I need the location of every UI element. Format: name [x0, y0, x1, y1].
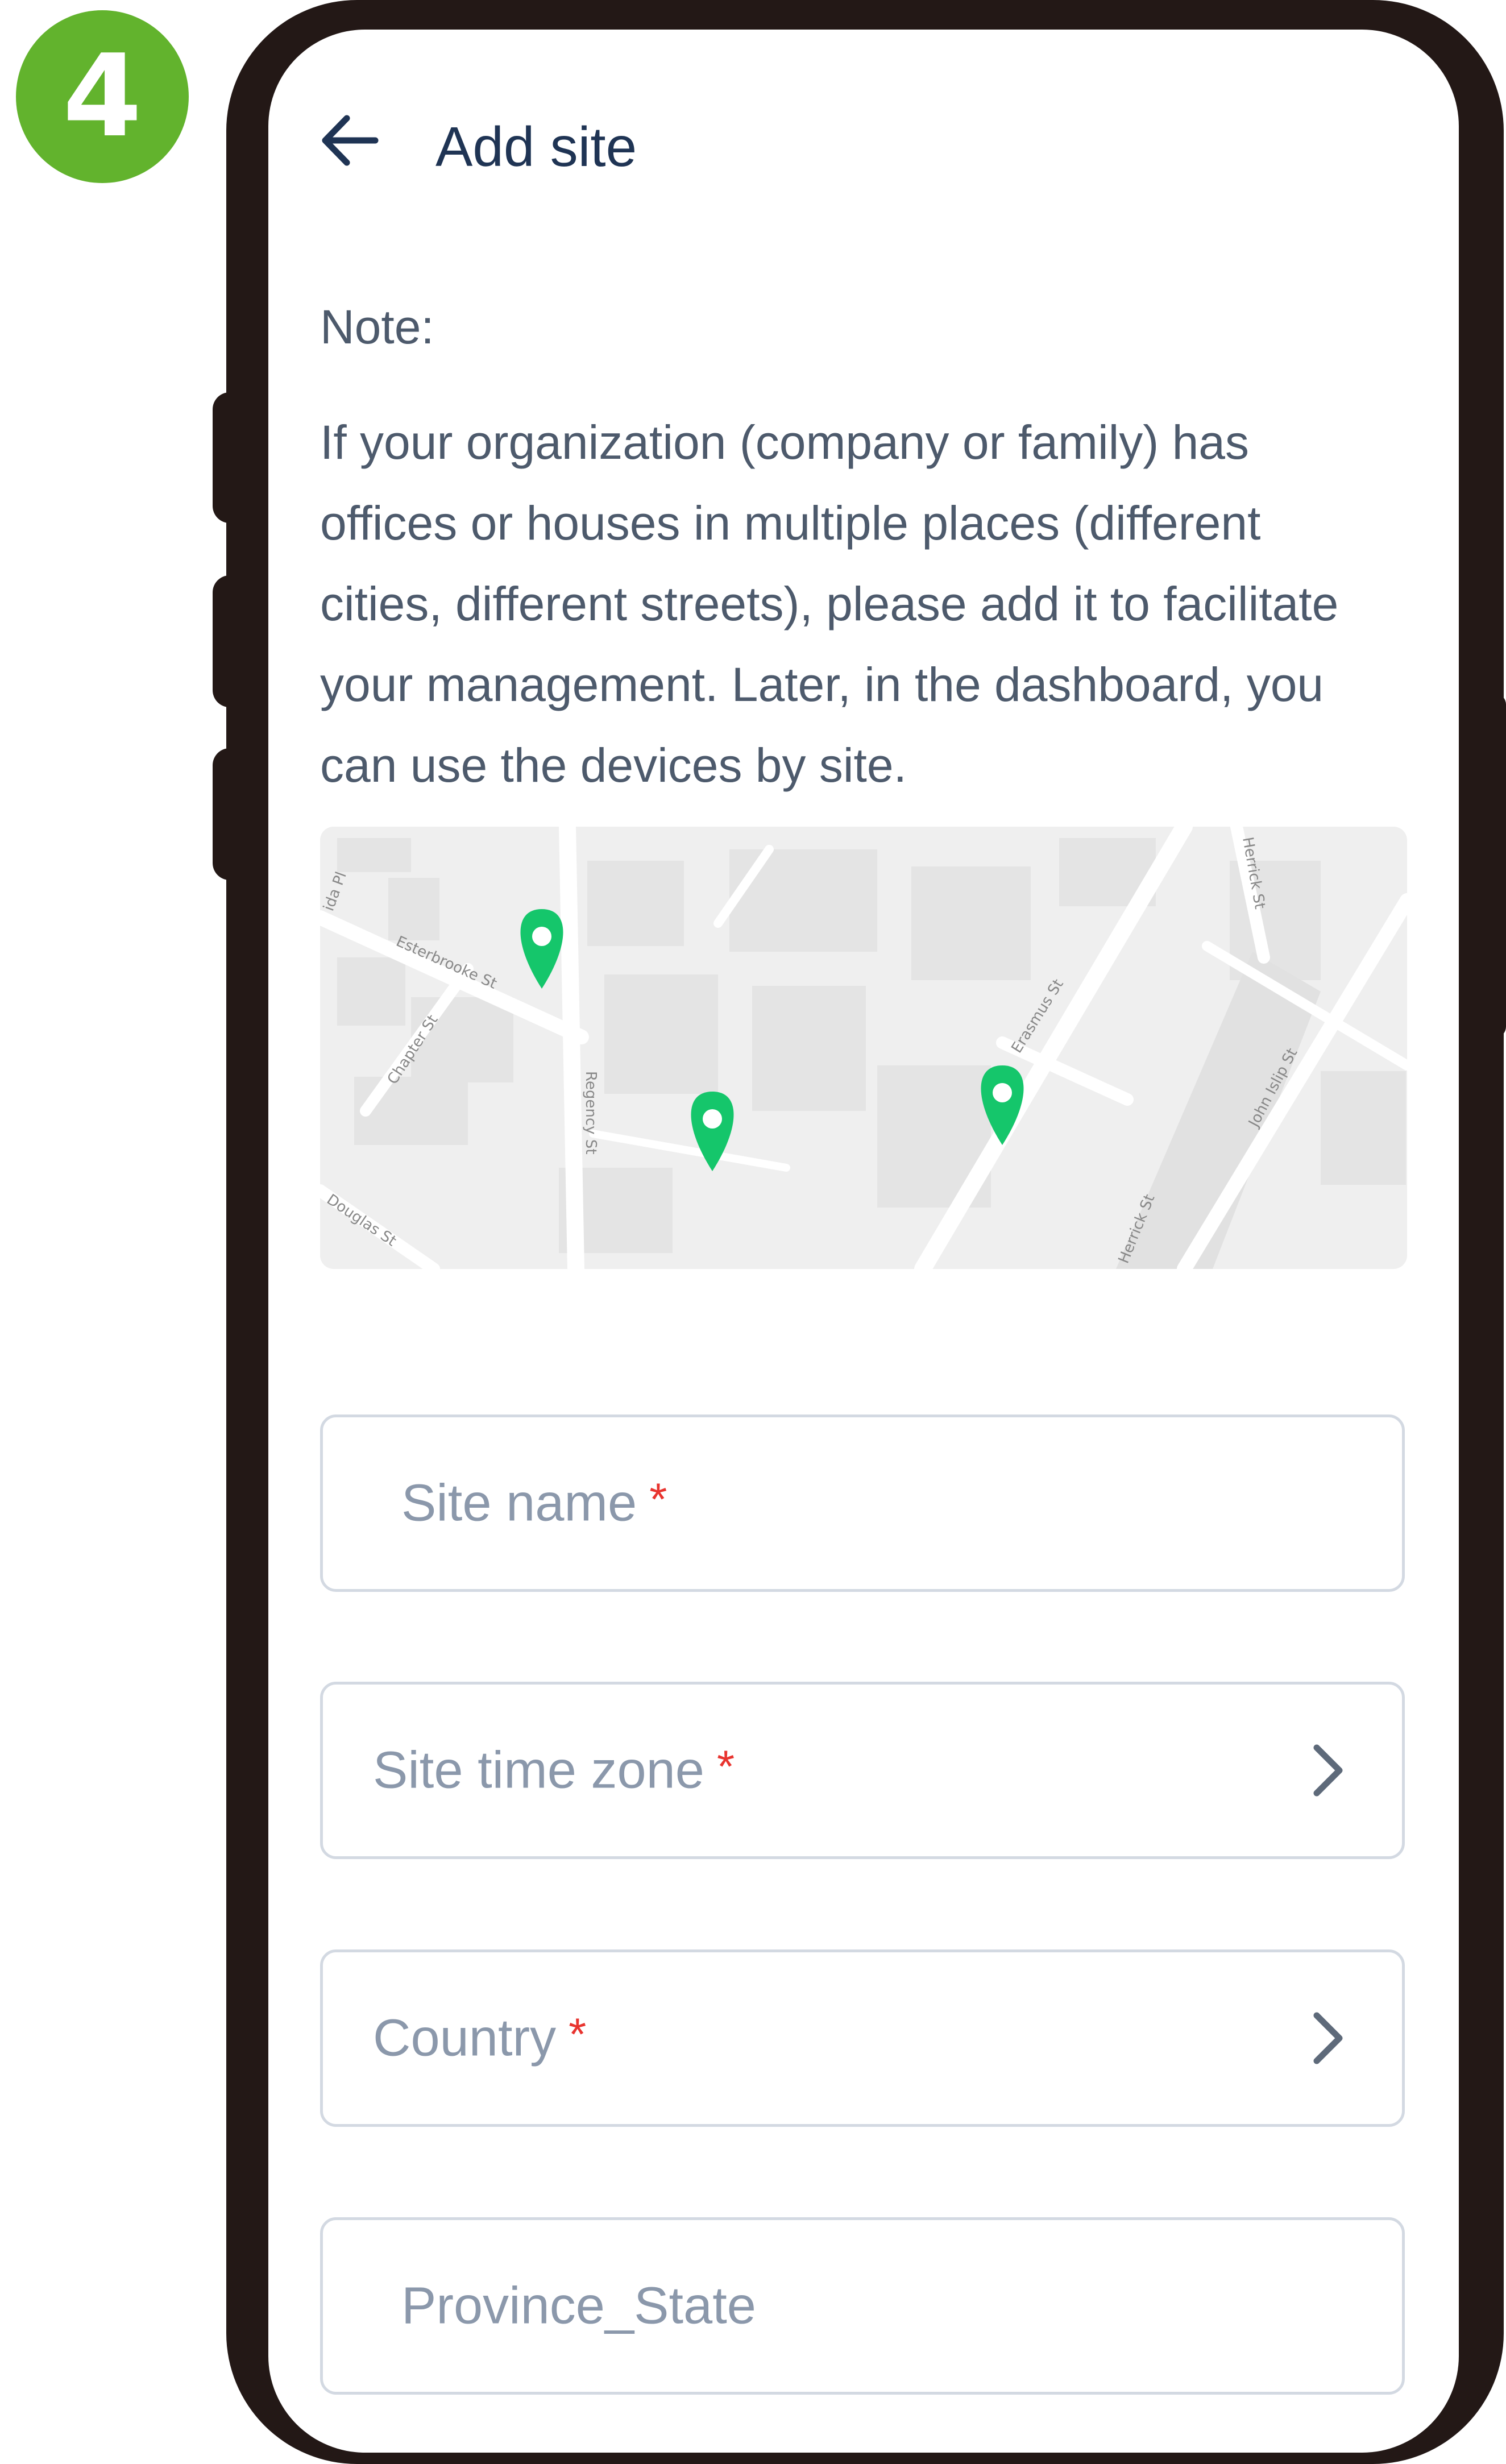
site-name-label: Site name * — [401, 1474, 667, 1533]
page-title: Add site — [435, 115, 637, 178]
chevron-right-icon — [1313, 2012, 1343, 2064]
note-label: Note: — [320, 300, 434, 354]
street-label: Regency St — [582, 1071, 599, 1155]
note-text: If your organization (company or family)… — [320, 402, 1417, 806]
phone-frame: Add site Note: If your organization (com… — [226, 0, 1504, 2464]
province-state-input[interactable]: Province_State — [320, 2217, 1405, 2395]
site-map: Esterbrooke St Chapter St Regency St Dou… — [320, 827, 1407, 1269]
site-time-zone-text: Site time zone — [373, 1741, 704, 1799]
site-time-zone-select[interactable]: Site time zone * — [320, 1682, 1405, 1859]
province-state-label: Province_State — [401, 2276, 756, 2335]
country-label: Country * — [373, 2009, 586, 2068]
required-mark: * — [716, 1741, 735, 1792]
note-line: If your organization (company or family)… — [320, 416, 1250, 469]
site-name-input[interactable]: Site name * — [320, 1414, 1405, 1592]
map-image: Esterbrooke St Chapter St Regency St Dou… — [320, 827, 1407, 1269]
required-mark: * — [649, 1474, 667, 1525]
note-line: your management. Later, in the dashboard… — [320, 658, 1324, 711]
country-select[interactable]: Country * — [320, 1949, 1405, 2127]
arrow-left-icon[interactable] — [318, 109, 381, 172]
note-line: cities, different streets), please add i… — [320, 577, 1339, 630]
chevron-right-icon — [1313, 1744, 1343, 1797]
country-text: Country — [373, 2009, 557, 2067]
app-header: Add site — [268, 30, 1459, 200]
step-badge: 4 — [16, 10, 189, 183]
app-screen: Add site Note: If your organization (com… — [268, 30, 1459, 2453]
site-name-text: Site name — [401, 1474, 637, 1532]
note-line: can use the devices by site. — [320, 739, 907, 792]
site-time-zone-label: Site time zone * — [373, 1741, 735, 1801]
required-mark: * — [569, 2009, 587, 2060]
note-line: offices or houses in multiple places (di… — [320, 496, 1261, 550]
step-number: 4 — [63, 30, 142, 163]
